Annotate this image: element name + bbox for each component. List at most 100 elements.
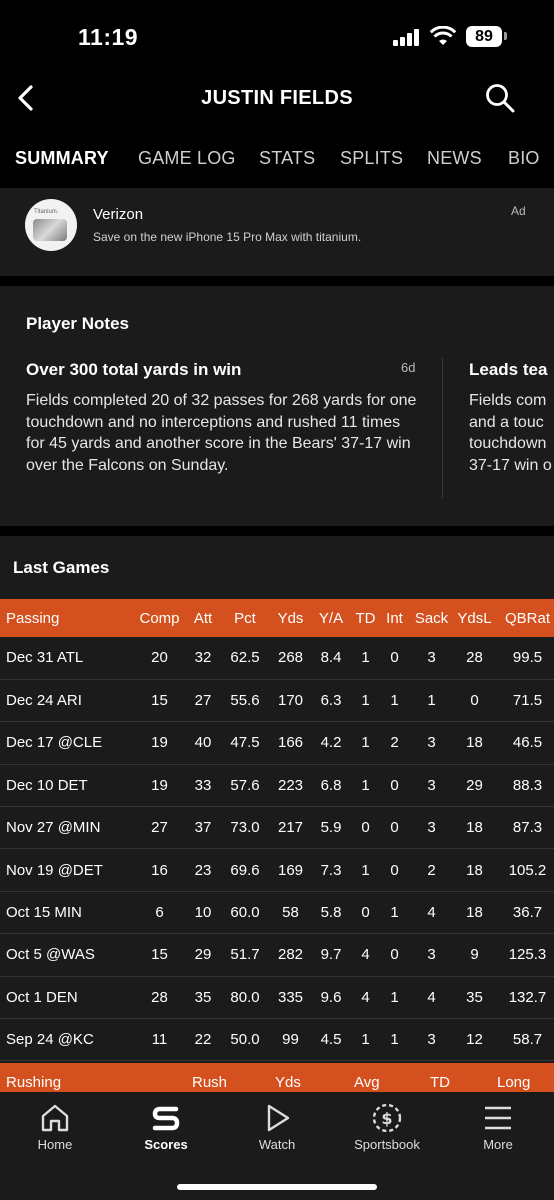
sportsbook-icon: $ — [372, 1103, 402, 1133]
stat-cell: 0 — [351, 806, 380, 850]
stat-cell: 3 — [409, 637, 454, 680]
stat-cell: 4.5 — [311, 1018, 351, 1062]
stat-cell: 99 — [270, 1018, 311, 1062]
stat-cell: 73.0 — [220, 806, 270, 850]
tab-game-log[interactable]: GAME LOG — [138, 148, 236, 169]
stat-cell: 2 — [380, 721, 409, 765]
rushing-col-header: Yds — [275, 1074, 301, 1091]
stat-cell: 60.0 — [220, 891, 270, 935]
play-icon — [267, 1104, 290, 1132]
nav-label: More — [483, 1137, 513, 1152]
note-divider — [442, 358, 443, 498]
stat-cell: 223 — [270, 764, 311, 808]
passing-col-header: YdsL — [454, 599, 495, 637]
stat-cell: 2 — [409, 848, 454, 892]
search-icon[interactable] — [484, 82, 516, 114]
stat-cell: 20 — [133, 637, 186, 680]
ad-logo: Titanium. — [25, 199, 77, 251]
table-row[interactable]: Sep 24 @KC 11 22 50.0 99 4.5 1 1 3 12 58.7 — [0, 1018, 554, 1062]
table-row[interactable]: Oct 1 DEN 28 35 80.0 335 9.6 4 1 4 35 132.7 — [0, 976, 554, 1020]
stat-cell: 37 — [186, 806, 220, 850]
player-note[interactable]: Leads tea Fields com and a touc touchdow… — [469, 360, 554, 476]
rushing-col-header: TD — [430, 1074, 450, 1091]
stat-cell: 51.7 — [220, 933, 270, 977]
stat-cell: 105.2 — [495, 848, 554, 892]
stat-cell: 8.4 — [311, 637, 351, 680]
note-title: Leads tea — [469, 360, 548, 379]
stat-cell: 16 — [133, 848, 186, 892]
game-cell: Dec 17 @CLE — [0, 721, 133, 765]
stat-cell: 23 — [186, 848, 220, 892]
passing-header-row: Passing Comp Att Pct Yds Y/A TD Int Sack YdsL QBRa… — [0, 599, 554, 637]
game-cell: Dec 10 DET — [0, 764, 133, 808]
stat-cell: 88.3 — [495, 764, 554, 808]
stat-cell: 22 — [186, 1018, 220, 1062]
stat-cell: 35 — [454, 976, 495, 1020]
game-cell: Nov 19 @DET — [0, 848, 133, 892]
passing-col-header: Y/A — [311, 599, 351, 637]
table-row[interactable]: Oct 15 MIN 6 10 60.0 58 5.8 0 1 4 18 36.7 — [0, 891, 554, 935]
table-row[interactable]: Oct 5 @WAS 15 29 51.7 282 9.7 4 0 3 9 125.3 — [0, 933, 554, 977]
stat-cell: 5.9 — [311, 806, 351, 850]
note-title: Over 300 total yards in win — [26, 360, 242, 379]
stat-cell: 99.5 — [495, 637, 554, 680]
stat-cell: 268 — [270, 637, 311, 680]
stat-cell: 27 — [186, 679, 220, 723]
stat-cell: 69.6 — [220, 848, 270, 892]
tab-news[interactable]: NEWS — [427, 148, 482, 169]
passing-col-header: Int — [380, 599, 409, 637]
stat-cell: 3 — [409, 933, 454, 977]
stat-cell: 169 — [270, 848, 311, 892]
stat-cell: 6 — [133, 891, 186, 935]
nav-scores[interactable]: Scores — [126, 1102, 206, 1152]
status-time: 11:19 — [78, 24, 139, 50]
passing-col-header: TD — [351, 599, 380, 637]
player-tabs: SUMMARY GAME LOG STATS SPLITS NEWS BIO — [0, 132, 554, 184]
table-row[interactable]: Nov 19 @DET 16 23 69.6 169 7.3 1 0 2 18 105.2 — [0, 848, 554, 892]
stat-cell: 57.6 — [220, 764, 270, 808]
stat-cell: 28 — [133, 976, 186, 1020]
player-notes-card: Player Notes Over 300 total yards in win… — [0, 286, 554, 526]
table-row[interactable]: Dec 31 ATL 20 32 62.5 268 8.4 1 0 3 28 99.5 — [0, 637, 554, 680]
stat-cell: 0 — [380, 764, 409, 808]
passing-col-header: Passing — [0, 599, 133, 637]
player-note[interactable]: Over 300 total yards in win 6d Fields co… — [26, 360, 421, 476]
game-cell: Oct 5 @WAS — [0, 933, 133, 977]
nav-home[interactable]: Home — [15, 1102, 95, 1152]
tab-summary[interactable]: SUMMARY — [15, 148, 109, 169]
table-row[interactable]: Dec 17 @CLE 19 40 47.5 166 4.2 1 2 3 18 46.5 — [0, 721, 554, 765]
tab-stats[interactable]: STATS — [259, 148, 315, 169]
table-row[interactable]: Nov 27 @MIN 27 37 73.0 217 5.9 0 0 3 18 87.3 — [0, 806, 554, 850]
note-body: Fields completed 20 of 32 passes for 268… — [26, 392, 417, 474]
cellular-signal-icon — [393, 29, 419, 46]
page-title: JUSTIN FIELDS — [201, 87, 353, 109]
ad-banner[interactable]: Titanium. Verizon Save on the new iPhone… — [0, 188, 554, 276]
nav-more[interactable]: More — [458, 1102, 538, 1152]
stat-cell: 217 — [270, 806, 311, 850]
stat-cell: 71.5 — [495, 679, 554, 723]
table-row[interactable]: Dec 24 ARI 15 27 55.6 170 6.3 1 1 1 0 71.5 — [0, 679, 554, 723]
game-cell: Dec 31 ATL — [0, 637, 133, 680]
stat-cell: 62.5 — [220, 637, 270, 680]
nav-label: Home — [37, 1137, 73, 1152]
stat-cell: 3 — [409, 806, 454, 850]
stat-cell: 1 — [351, 679, 380, 723]
wifi-icon — [430, 26, 456, 45]
stat-cell: 1 — [380, 679, 409, 723]
tab-splits[interactable]: SPLITS — [340, 148, 403, 169]
stat-cell: 27 — [133, 806, 186, 850]
nav-sportsbook[interactable]: $ Sportsbook — [347, 1102, 427, 1152]
table-row[interactable]: Dec 10 DET 19 33 57.6 223 6.8 1 0 3 29 88.3 — [0, 764, 554, 808]
stat-cell: 50.0 — [220, 1018, 270, 1062]
nav-label: Watch — [258, 1137, 296, 1152]
nav-watch[interactable]: Watch — [237, 1102, 317, 1152]
stat-cell: 132.7 — [495, 976, 554, 1020]
passing-rows: Dec 31 ATL 20 32 62.5 268 8.4 1 0 3 28 99.5 Dec 24 … — [0, 637, 554, 1062]
stat-cell: 3 — [409, 721, 454, 765]
passing-col-header: Att — [186, 599, 220, 637]
stat-cell: 19 — [133, 764, 186, 808]
tab-bio[interactable]: BIO — [508, 148, 540, 169]
passing-col-header: QBRat — [495, 599, 554, 637]
app-header: JUSTIN FIELDS — [0, 70, 554, 126]
note-body: Fields com and a touc touchdown 37-17 wi… — [469, 392, 552, 474]
